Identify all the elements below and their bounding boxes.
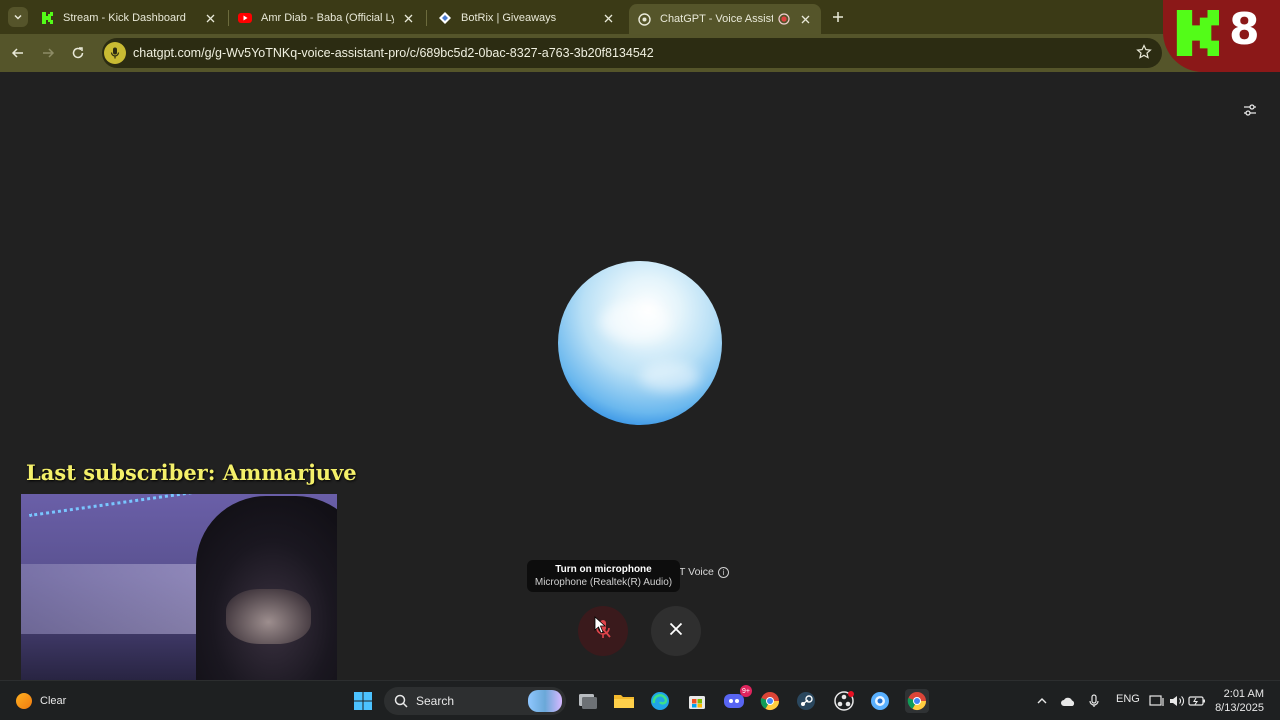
back-icon[interactable] [7, 42, 29, 64]
steam-icon[interactable] [794, 689, 818, 713]
tab-botrix-giveaways[interactable]: BotRix | Giveaways [430, 4, 624, 32]
chrome-icon[interactable] [758, 689, 782, 713]
webcam-face [226, 589, 311, 644]
tab-title: Amr Diab - Baba (Official Lyric V [261, 12, 394, 24]
discord-icon[interactable]: 9+ [722, 685, 752, 713]
tab-divider [426, 10, 427, 26]
task-view-icon[interactable] [576, 689, 600, 713]
system-clock[interactable]: 2:01 AM 8/13/2025 [1214, 687, 1264, 715]
file-explorer-icon[interactable] [612, 689, 636, 713]
clock-time: 2:01 AM [1223, 688, 1264, 700]
language-indicator[interactable]: ENG [1116, 693, 1140, 705]
edge-icon[interactable] [648, 689, 672, 713]
bookmark-star-icon[interactable] [1136, 44, 1152, 65]
clock-date: 8/13/2025 [1215, 702, 1264, 714]
new-tab-icon[interactable] [829, 8, 847, 26]
forward-icon[interactable] [37, 42, 59, 64]
close-tab-icon[interactable] [600, 10, 616, 26]
orb-highlight [640, 362, 700, 392]
info-icon[interactable]: i [717, 566, 729, 578]
search-highlight-icon [528, 690, 562, 712]
tab-amr-diab[interactable]: Amr Diab - Baba (Official Lyric V [230, 4, 424, 32]
battery-icon[interactable] [1185, 689, 1209, 713]
address-bar[interactable]: chatgpt.com/g/g-Wv5YoTNKq-voice-assistan… [102, 38, 1162, 68]
recording-icon [777, 12, 791, 26]
tab-kick-dashboard[interactable]: Stream - Kick Dashboard [32, 4, 226, 32]
voice-mode-label: PT Voice i [672, 566, 729, 578]
chatgpt-icon [637, 12, 651, 26]
mouse-cursor-icon [594, 616, 607, 639]
kick-icon [40, 11, 54, 25]
tooltip-subtitle: Microphone (Realtek(R) Audio) [534, 577, 673, 588]
microphone-icon[interactable] [1082, 689, 1106, 713]
voice-orb [558, 261, 722, 425]
tab-title: ChatGPT - Voice Assistant P [660, 13, 773, 25]
youtube-icon [238, 11, 252, 25]
close-tab-icon[interactable] [400, 10, 416, 26]
tab-title: Stream - Kick Dashboard [63, 12, 186, 24]
webcam-feed [21, 494, 337, 700]
kick-count: 8 [1229, 4, 1260, 55]
webcam-led-strip [29, 494, 203, 554]
weather-widget[interactable]: Clear [16, 693, 66, 709]
search-icon [394, 694, 408, 708]
webcam-background [21, 564, 221, 634]
tab-strip: Stream - Kick Dashboard Amr Diab - Baba … [0, 0, 1280, 34]
browser-toolbar: chatgpt.com/g/g-Wv5YoTNKq-voice-assistan… [0, 34, 1280, 72]
weather-text: Clear [40, 695, 67, 707]
kick-logo-icon [1173, 10, 1219, 61]
tab-search-button[interactable] [8, 7, 28, 27]
microsoft-store-icon[interactable] [685, 689, 709, 713]
reload-icon[interactable] [67, 42, 89, 64]
tooltip-title: Turn on microphone [555, 564, 652, 575]
weather-moon-icon [16, 693, 32, 709]
botrix-icon [438, 11, 452, 25]
url-text: chatgpt.com/g/g-Wv5YoTNKq-voice-assistan… [133, 46, 654, 60]
tab-title: BotRix | Giveaways [461, 12, 557, 24]
onedrive-icon[interactable] [1056, 689, 1080, 713]
microphone-tooltip: Turn on microphone Microphone (Realtek(R… [527, 560, 680, 592]
windows-taskbar: Clear Search 9+ ENG 2:01 AM 8/13/2025 [0, 680, 1280, 720]
last-subscriber-banner: Last subscriber: Ammarjuve [26, 460, 357, 485]
app-icon[interactable] [868, 689, 892, 713]
end-voice-button[interactable] [651, 606, 701, 656]
orb-highlight [600, 302, 670, 342]
search-placeholder: Search [416, 694, 455, 708]
tab-divider [228, 10, 229, 26]
tab-chatgpt-voice[interactable]: ChatGPT - Voice Assistant P [629, 4, 821, 34]
microphone-in-use-icon[interactable] [104, 42, 126, 64]
kick-overlay-badge: 8 [1163, 0, 1280, 72]
close-tab-icon[interactable] [202, 10, 218, 26]
close-icon [669, 622, 683, 641]
windows-start-icon[interactable] [351, 689, 375, 713]
close-tab-icon[interactable] [797, 11, 813, 27]
chrome-active-icon[interactable] [905, 689, 929, 713]
taskbar-search[interactable]: Search [384, 687, 566, 715]
voice-settings-icon[interactable] [1240, 100, 1260, 120]
discord-notification-badge: 9+ [740, 685, 752, 697]
chevron-up-icon[interactable] [1030, 689, 1054, 713]
obs-icon[interactable] [832, 689, 856, 713]
